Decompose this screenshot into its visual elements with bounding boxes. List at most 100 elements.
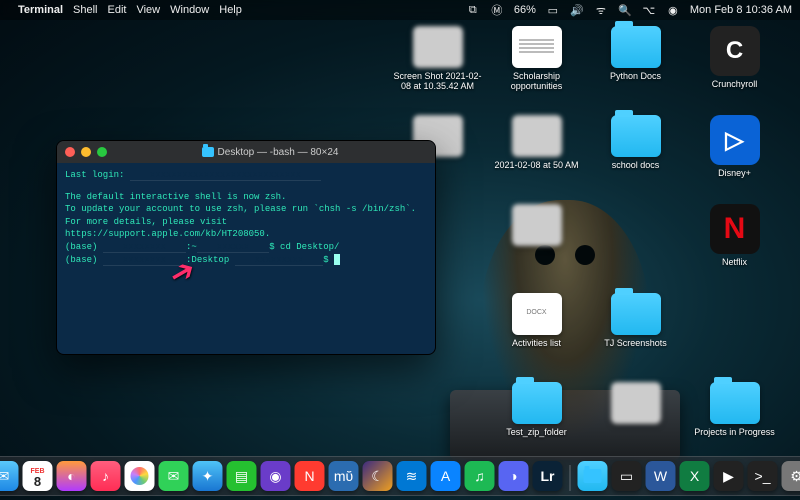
term-line-4: For more details, please visit https://s… <box>65 216 427 241</box>
terminal-window[interactable]: Desktop — -bash — 80×24 Last login: xxxx… <box>56 140 436 355</box>
dock-appstore-icon[interactable]: A <box>431 461 461 491</box>
desktop-icon[interactable]: N Netflix <box>687 204 782 289</box>
close-button[interactable] <box>65 147 75 157</box>
desktop-icon[interactable]: C Crunchyroll <box>687 26 782 111</box>
desktop-icon[interactable]: school docs <box>588 115 683 200</box>
desktop-icon[interactable] <box>489 204 584 289</box>
image-thumbnail-icon <box>512 204 562 246</box>
desktop-icon[interactable] <box>588 382 683 467</box>
dock-mail-icon[interactable]: ✉ <box>0 461 19 491</box>
dock-messages-icon[interactable]: ✉ <box>159 461 189 491</box>
menu-window[interactable]: Window <box>170 4 209 16</box>
menubar-app-name[interactable]: Terminal <box>18 4 63 16</box>
dock-doc-recent-2-icon[interactable]: W <box>646 461 676 491</box>
dock-spotify-icon[interactable]: ♫ <box>465 461 495 491</box>
desktop-icon-label: Disney+ <box>718 168 751 178</box>
app-icon: ▷ <box>710 115 760 165</box>
image-thumbnail-icon <box>413 26 463 68</box>
desktop-icon-label: Crunchyroll <box>712 79 758 89</box>
menu-view[interactable]: View <box>136 4 160 16</box>
desktop-icon-label: Python Docs <box>610 71 661 81</box>
desktop-icon-label: school docs <box>612 160 660 170</box>
menu-help[interactable]: Help <box>219 4 242 16</box>
desktop-icon[interactable]: TJ Screenshots <box>588 293 683 378</box>
menubar: Terminal Shell Edit View Window Help ⧉ Ⓜ… <box>0 0 800 20</box>
desktop-icon-label: TJ Screenshots <box>604 338 667 348</box>
dock-terminal-icon[interactable]: >_ <box>748 461 778 491</box>
dock-tool-icon[interactable]: ⚙ <box>782 461 800 491</box>
folder-icon <box>611 115 661 157</box>
dock-music-icon[interactable]: ♪ <box>91 461 121 491</box>
desktop-icon[interactable]: 2021-02-08 at 50 AM <box>489 115 584 200</box>
dock: ☺✉FEB8◐♪✉✦▤◉Nmῠ☾≋A♫◑Lr▭WX▶>_⚙🗑 <box>0 456 800 496</box>
terminal-titlebar[interactable]: Desktop — -bash — 80×24 <box>57 141 435 163</box>
dock-doc-recent-3-icon[interactable]: X <box>680 461 710 491</box>
battery-percent[interactable]: 66% <box>514 4 536 16</box>
term-prompt-1-base: (base) <box>65 242 103 252</box>
desktop-icon-label: Screen Shot 2021-02-08 at 10.35.42 AM <box>392 71 484 92</box>
zoom-button[interactable] <box>97 147 107 157</box>
vpn-icon[interactable]: Ⓜ <box>490 3 504 17</box>
dock-calendar-icon[interactable]: FEB8 <box>23 461 53 491</box>
folder-icon <box>202 147 214 157</box>
app-icon: C <box>710 26 760 76</box>
folder-icon <box>611 26 661 68</box>
menubar-clock[interactable]: Mon Feb 8 10:36 AM <box>690 4 792 16</box>
docx-icon: DOCX <box>512 293 562 335</box>
dock-news-icon[interactable]: N <box>295 461 325 491</box>
image-thumbnail-icon <box>512 115 562 157</box>
desktop-icon[interactable]: ▷ Disney+ <box>687 115 782 200</box>
dock-firefox-icon[interactable]: ◐ <box>57 461 87 491</box>
control-center-icon[interactable]: ⌥ <box>642 3 656 17</box>
menu-shell[interactable]: Shell <box>73 4 97 16</box>
image-thumbnail-icon <box>611 382 661 424</box>
desktop-icon[interactable]: Scholarship opportunities <box>489 26 584 111</box>
desktop-icon-label: Activities list <box>512 338 561 348</box>
menu-edit[interactable]: Edit <box>108 4 127 16</box>
desktop-icon[interactable]: Test_zip_folder <box>489 382 584 467</box>
search-icon[interactable]: 🔍 <box>618 3 632 17</box>
dock-podcasts-icon[interactable]: ◉ <box>261 461 291 491</box>
dock-separator <box>570 465 571 491</box>
term-line-1: Last login: <box>65 170 130 180</box>
document-icon <box>512 26 562 68</box>
term-prompt-2-base: (base) <box>65 255 103 265</box>
desktop-icon-label: Test_zip_folder <box>506 427 567 437</box>
dock-numbers-icon[interactable]: ▤ <box>227 461 257 491</box>
minimize-button[interactable] <box>81 147 91 157</box>
dock-stellarium-icon[interactable]: ☾ <box>363 461 393 491</box>
term-prompt-1-path: :~ <box>186 242 197 252</box>
volume-icon[interactable]: 🔊 <box>570 3 584 17</box>
term-prompt-2-dollar: $ <box>323 255 334 265</box>
terminal-body[interactable]: Last login: xxxxxxxxxxxxxxxxxxxxxxxxxxxx… <box>57 163 435 354</box>
desktop-icon[interactable]: Screen Shot 2021-02-08 at 10.35.42 AM <box>390 26 485 111</box>
desktop-icon-label: Projects in Progress <box>694 427 775 437</box>
desktop-icon[interactable]: Python Docs <box>588 26 683 111</box>
desktop-icon[interactable]: Projects in Progress <box>687 382 782 467</box>
desktop: Terminal Shell Edit View Window Help ⧉ Ⓜ… <box>0 0 800 500</box>
dock-doc-recent-4-icon[interactable]: ▶ <box>714 461 744 491</box>
dock-safari-icon[interactable]: ✦ <box>193 461 223 491</box>
siri-icon[interactable]: ◉ <box>666 3 680 17</box>
dock-doc-recent-1-icon[interactable]: ▭ <box>612 461 642 491</box>
dock-vscode-icon[interactable]: ≋ <box>397 461 427 491</box>
wifi-icon[interactable]: ᯤ <box>594 3 608 17</box>
folder-icon <box>611 293 661 335</box>
desktop-icons-grid: Screen Shot 2021-02-08 at 10.35.42 AMSch… <box>390 26 790 467</box>
desktop-icon-label: 2021-02-08 at 50 AM <box>494 160 578 170</box>
term-line-2: The default interactive shell is now zsh… <box>65 191 427 204</box>
battery-icon[interactable]: ▭ <box>546 3 560 17</box>
desktop-icon[interactable]: DOCX Activities list <box>489 293 584 378</box>
folder-icon <box>512 382 562 424</box>
dock-musescore-icon[interactable]: mῠ <box>329 461 359 491</box>
dock-photos-icon[interactable] <box>125 461 155 491</box>
terminal-title: Desktop — -bash — 80×24 <box>218 147 339 158</box>
screen-record-icon[interactable]: ⧉ <box>466 3 480 17</box>
desktop-icon-label: Netflix <box>722 257 747 267</box>
dock-downloads-icon[interactable] <box>578 461 608 491</box>
app-icon: N <box>710 204 760 254</box>
folder-icon <box>710 382 760 424</box>
terminal-cursor <box>334 254 340 265</box>
dock-discord-icon[interactable]: ◑ <box>499 461 529 491</box>
dock-lightroom-icon[interactable]: Lr <box>533 461 563 491</box>
